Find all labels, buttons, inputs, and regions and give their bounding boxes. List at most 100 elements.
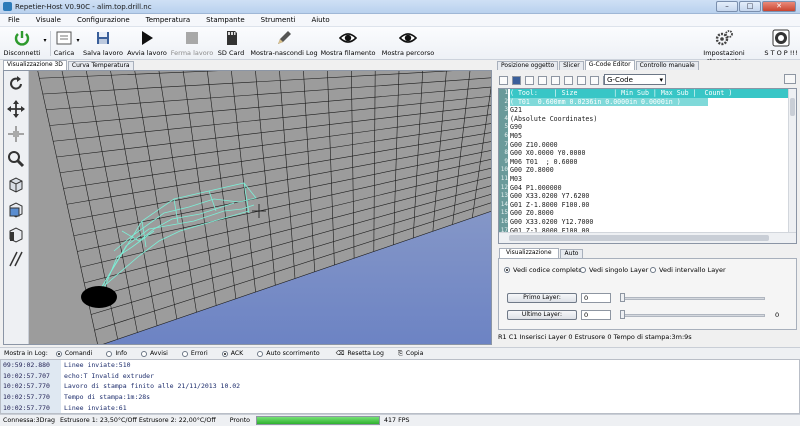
rotate-icon[interactable]: [7, 75, 25, 93]
filter-auto-scroll[interactable]: Auto scorrimento: [257, 350, 320, 357]
last-layer-button[interactable]: Ultimo Layer:: [507, 310, 577, 320]
view-front-icon[interactable]: [7, 200, 25, 218]
filter-errors[interactable]: Errori: [181, 350, 208, 357]
print-bed-canvas[interactable]: [4, 71, 492, 345]
tab-3d-view[interactable]: Visualizzazione 3D: [3, 60, 67, 70]
tab-object-position[interactable]: Posizione oggetto: [497, 61, 559, 70]
gcode-line[interactable]: (Absolute Coordinates): [510, 115, 597, 124]
tab-auto[interactable]: Auto: [559, 249, 584, 258]
menu-help[interactable]: Aiuto: [303, 16, 337, 24]
first-layer-slider-handle[interactable]: [620, 293, 625, 302]
filter-commands[interactable]: Comandi: [55, 350, 92, 357]
disconnect-button[interactable]: Disconnetti: [2, 29, 42, 59]
menu-temperature[interactable]: Temperatura: [138, 16, 198, 24]
move-object-icon[interactable]: [7, 125, 25, 143]
line-number: 16: [500, 218, 508, 225]
toggle-log-button[interactable]: Mostra-nascondi Log: [248, 29, 320, 59]
line-number: 2: [504, 97, 508, 105]
cut-icon[interactable]: [525, 75, 534, 85]
line-gutter: 1 2 3 4 5 6 7 8 9 10 11 12 13 14 15 16 17: [499, 89, 508, 234]
tab-manual-control[interactable]: Controllo manuale: [635, 61, 699, 70]
gcode-line[interactable]: G00 Z0.8000: [510, 209, 554, 218]
stop-job-button[interactable]: Ferma lavoro: [170, 29, 214, 59]
paste-icon[interactable]: [551, 75, 560, 85]
tab-visualization[interactable]: Visualizzazione: [499, 248, 559, 258]
start-job-button[interactable]: Avvia lavoro: [126, 29, 168, 59]
gcode-line[interactable]: G00 X33.0200 Y12.7000: [510, 218, 593, 227]
redo-icon[interactable]: [590, 75, 599, 85]
last-layer-spinner[interactable]: 0: [581, 310, 611, 320]
gcode-line[interactable]: G01 Z-1.8000 F100.00: [510, 201, 589, 210]
progress-bar: [256, 416, 381, 425]
menu-file[interactable]: File: [0, 16, 28, 24]
gcode-line[interactable]: G04 P1.000000: [510, 184, 562, 193]
minimize-button[interactable]: –: [716, 1, 738, 12]
first-layer-spinner[interactable]: 0: [581, 293, 611, 303]
tab-temperature-curve[interactable]: Curva Temperatura: [67, 61, 134, 70]
gcode-line[interactable]: M06 T01 ; 0.6000: [510, 158, 578, 167]
gcode-type-select[interactable]: G-Code ▾: [604, 74, 666, 85]
line-number: 4: [504, 114, 508, 122]
menu-printer[interactable]: Stampante: [198, 16, 253, 24]
editor-vertical-scrollbar[interactable]: [788, 89, 796, 232]
tab-slicer[interactable]: Slicer: [559, 61, 584, 70]
3d-viewport[interactable]: [3, 70, 492, 345]
save-job-button[interactable]: Salva lavoro: [82, 29, 124, 59]
gcode-line[interactable]: M05: [510, 132, 522, 141]
gcode-editor[interactable]: 1 2 3 4 5 6 7 8 9 10 11 12 13 14 15 16 17 ( Tool: | Size…: [498, 88, 797, 244]
last-layer-slider[interactable]: [623, 314, 765, 317]
maximize-button[interactable]: □: [739, 1, 761, 12]
new-file-icon[interactable]: [499, 75, 508, 85]
menu-tools[interactable]: Strumenti: [253, 16, 304, 24]
filter-warnings[interactable]: Avvisi: [141, 350, 168, 357]
gcode-line[interactable]: G00 Z10.0000: [510, 141, 558, 150]
option-full-code[interactable]: Vedi codice completo: [504, 266, 582, 274]
log-filter-label: Mostra in Log:: [4, 350, 48, 357]
parallel-view-icon[interactable]: [7, 250, 25, 268]
menu-bar: File Visuale Configurazione Temperatura …: [0, 14, 800, 27]
view-side-icon[interactable]: [7, 225, 25, 243]
emergency-stop-button[interactable]: S T O P !!!: [764, 29, 798, 59]
view-iso-icon[interactable]: [7, 175, 25, 193]
log-panel[interactable]: 09:59:02.880 Linee inviate:510 10:02:57.7…: [0, 359, 800, 414]
tab-gcode-editor[interactable]: G-Code Editor: [584, 60, 635, 70]
emergency-stop-icon: [772, 29, 790, 47]
gcode-line[interactable]: G90: [510, 123, 522, 132]
gcode-line[interactable]: G00 Z0.8000: [510, 166, 554, 175]
filter-ack[interactable]: ACK: [221, 350, 243, 357]
gcode-line[interactable]: ( Tool: | Size | Min Sub | Max Sub | Cou…: [510, 89, 788, 98]
sd-card-button[interactable]: SD Card: [216, 29, 246, 59]
zoom-icon[interactable]: [7, 150, 25, 168]
eye-icon: [338, 29, 358, 47]
show-path-button[interactable]: Mostra percorso: [380, 29, 436, 59]
option-layer-range[interactable]: Vedi intervallo Layer: [650, 266, 726, 274]
filter-info[interactable]: Info: [106, 350, 127, 357]
load-button[interactable]: Carica: [53, 29, 75, 59]
visualization-panel: Vedi codice completo Vedi singolo Layer …: [498, 258, 797, 330]
printer-settings-button[interactable]: Impostazioni stampante: [686, 29, 762, 65]
log-row: 10:02:57.770 Lavoro di stampa finito alle…: [1, 381, 241, 393]
gcode-line[interactable]: G00 X0.0000 Y0.0000: [510, 149, 585, 158]
first-layer-button[interactable]: Primo Layer:: [507, 293, 577, 303]
gcode-line[interactable]: G00 X33.0200 Y7.6200: [510, 192, 589, 201]
gcode-line[interactable]: M03: [510, 175, 522, 184]
reset-log-button[interactable]: ⌫ Resetta Log: [336, 350, 384, 357]
editor-horizontal-scrollbar[interactable]: [499, 232, 796, 243]
close-button[interactable]: ✕: [762, 1, 796, 12]
menu-config[interactable]: Configurazione: [69, 16, 138, 24]
gcode-line[interactable]: ( T01 0.600mm 0.0236in 0.0000in 0.0000in…: [510, 97, 708, 107]
find-icon[interactable]: [564, 75, 573, 85]
copy-log-button[interactable]: ⎘ Copia: [398, 350, 424, 358]
show-filament-button[interactable]: Mostra filamento: [320, 29, 376, 59]
last-layer-slider-handle[interactable]: [620, 310, 625, 319]
undo-icon[interactable]: [577, 75, 586, 85]
eye-icon[interactable]: [784, 74, 796, 84]
copy-icon[interactable]: [538, 75, 547, 85]
first-layer-slider[interactable]: [623, 297, 765, 300]
menu-view[interactable]: Visuale: [28, 16, 69, 24]
gcode-line[interactable]: G21: [510, 106, 522, 115]
save-icon[interactable]: [512, 75, 521, 85]
move-icon[interactable]: [7, 100, 25, 118]
log-filter-bar: Mostra in Log: Comandi Info Avvisi Error…: [0, 347, 800, 359]
option-single-layer[interactable]: Vedi singolo Layer: [580, 266, 648, 274]
